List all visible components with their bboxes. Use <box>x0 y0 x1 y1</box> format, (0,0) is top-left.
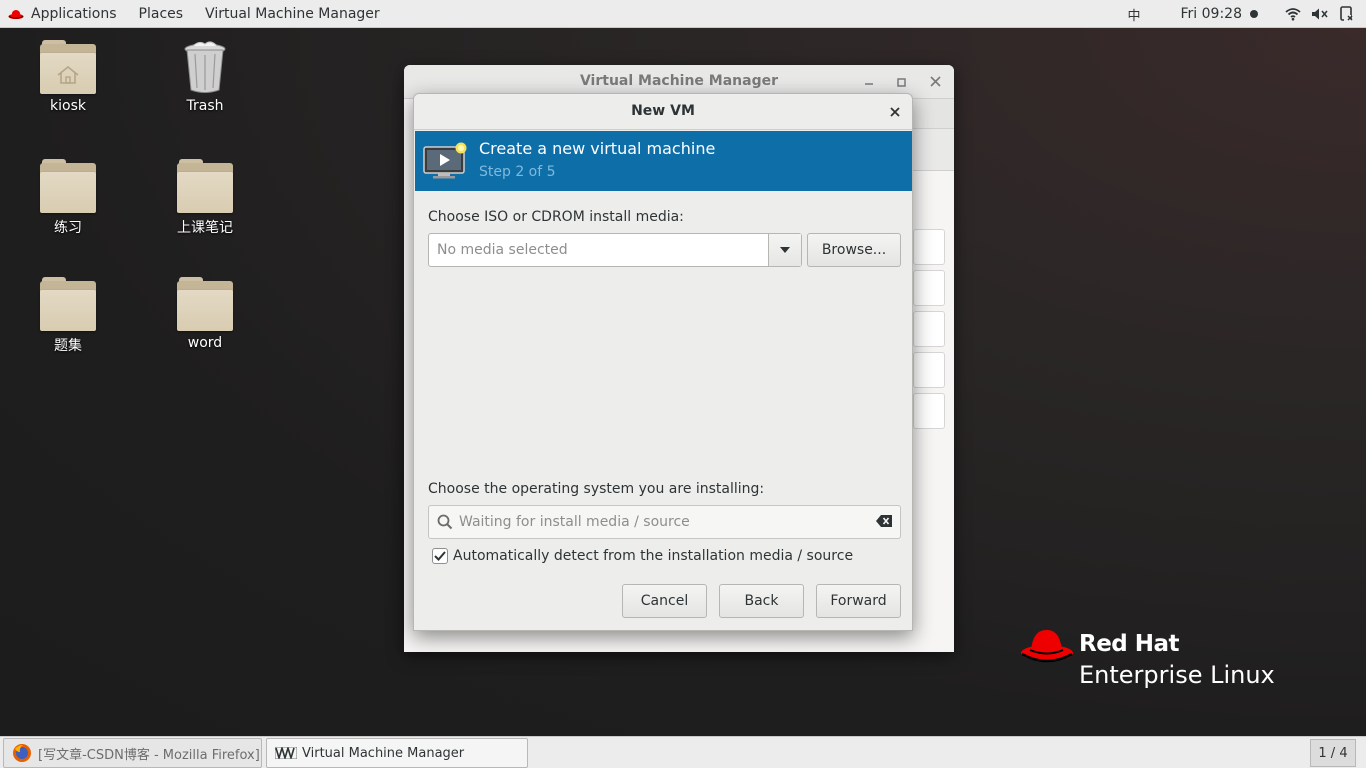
autodetect-checkbox[interactable] <box>432 548 448 564</box>
vmm-list-row <box>913 311 945 347</box>
dialog-title: New VM <box>631 103 695 119</box>
places-menu[interactable]: Places <box>128 0 195 28</box>
workspace-switcher[interactable]: 1 / 4 <box>1310 739 1356 767</box>
taskbar-item-vmm[interactable]: Virtual Machine Manager <box>266 738 528 768</box>
vmm-app-icon <box>275 747 297 759</box>
home-folder-icon <box>40 40 96 94</box>
virtual-machine-icon <box>423 141 469 181</box>
redhat-branding: Red Hat Enterprise Linux <box>1020 626 1290 696</box>
dialog-close-icon[interactable] <box>889 102 901 122</box>
media-label: Choose ISO or CDROM install media: <box>428 209 684 225</box>
folder-icon <box>40 277 96 331</box>
clock[interactable]: Fri 09:28 <box>1181 6 1242 22</box>
vmm-menubar-fragment <box>913 99 954 129</box>
folder-icon <box>40 159 96 213</box>
notification-dot-icon <box>1250 10 1258 18</box>
trash-icon <box>181 40 229 94</box>
applications-menu[interactable]: Applications <box>0 0 128 28</box>
brand-line2: Enterprise Linux <box>1079 661 1275 689</box>
desktop-icon-folder[interactable]: 题集 <box>13 277 123 355</box>
os-search-input[interactable] <box>459 506 869 538</box>
autodetect-row[interactable]: Automatically detect from the installati… <box>432 548 853 564</box>
desktop-icon-label: Trash <box>186 98 224 114</box>
top-bar: Applications Places Virtual Machine Mana… <box>0 0 1366 28</box>
clear-text-icon[interactable] <box>876 515 892 531</box>
install-media-input[interactable] <box>429 234 769 266</box>
vmm-list-row <box>913 270 945 306</box>
desktop-icon-trash[interactable]: Trash <box>150 40 260 114</box>
close-icon[interactable] <box>930 76 941 90</box>
minimize-icon[interactable] <box>864 75 874 89</box>
desktop-icon-label: 练习 <box>54 220 82 236</box>
install-media-combo[interactable] <box>428 233 802 267</box>
vmm-list-row <box>913 393 945 429</box>
dialog-titlebar: New VM <box>414 94 912 130</box>
input-method-indicator[interactable]: 中 <box>1128 5 1141 24</box>
forward-button[interactable]: Forward <box>816 584 901 618</box>
desktop-icon-label: 上课笔记 <box>177 220 233 236</box>
back-button[interactable]: Back <box>719 584 804 618</box>
taskbar-item-firefox[interactable]: [写文章-CSDN博客 - Mozilla Firefox] <box>3 738 262 768</box>
folder-icon <box>177 159 233 213</box>
brand-line1: Red Hat <box>1079 631 1180 657</box>
new-vm-dialog: New VM Create a new virtual machine Step… <box>413 93 913 631</box>
vmm-list-row <box>913 352 945 388</box>
redhat-logo-icon <box>1020 626 1074 672</box>
os-label: Choose the operating system you are inst… <box>428 481 765 497</box>
taskbar-item-label: [写文章-CSDN博客 - Mozilla Firefox] <box>38 747 260 763</box>
bottom-taskbar: [写文章-CSDN博客 - Mozilla Firefox] Virtual M… <box>0 736 1366 768</box>
wizard-banner: Create a new virtual machine Step 2 of 5 <box>415 131 912 191</box>
os-search-field[interactable] <box>428 505 901 539</box>
dropdown-arrow-icon[interactable] <box>768 234 801 266</box>
firefox-icon <box>12 743 32 763</box>
app-menu[interactable]: Virtual Machine Manager <box>194 0 391 28</box>
browse-button[interactable]: Browse... <box>807 233 901 267</box>
desktop-icon-folder[interactable]: 练习 <box>13 159 123 237</box>
desktop-icon-folder[interactable]: 上课笔记 <box>150 159 260 237</box>
volume-muted-icon[interactable] <box>1311 5 1329 23</box>
vmm-toolbar-fragment <box>913 129 954 171</box>
folder-icon <box>177 277 233 331</box>
redhat-logo-icon <box>8 8 24 20</box>
power-menu-icon[interactable] <box>1338 5 1356 23</box>
vmm-list-row <box>913 229 945 265</box>
desktop-icon-folder[interactable]: word <box>150 277 260 351</box>
desktop-icon-label: kiosk <box>50 98 86 114</box>
search-icon <box>437 514 453 534</box>
maximize-icon[interactable] <box>897 77 907 91</box>
banner-step: Step 2 of 5 <box>479 164 556 180</box>
desktop-icon-home[interactable]: kiosk <box>13 40 123 114</box>
desktop-icon-label: word <box>187 335 223 351</box>
applications-label: Applications <box>31 5 117 22</box>
taskbar-item-label: Virtual Machine Manager <box>302 745 465 761</box>
wifi-icon[interactable] <box>1284 5 1302 23</box>
autodetect-label: Automatically detect from the installati… <box>453 548 854 564</box>
banner-title: Create a new virtual machine <box>479 139 716 158</box>
cancel-button[interactable]: Cancel <box>622 584 707 618</box>
desktop-icon-label: 题集 <box>54 338 82 354</box>
